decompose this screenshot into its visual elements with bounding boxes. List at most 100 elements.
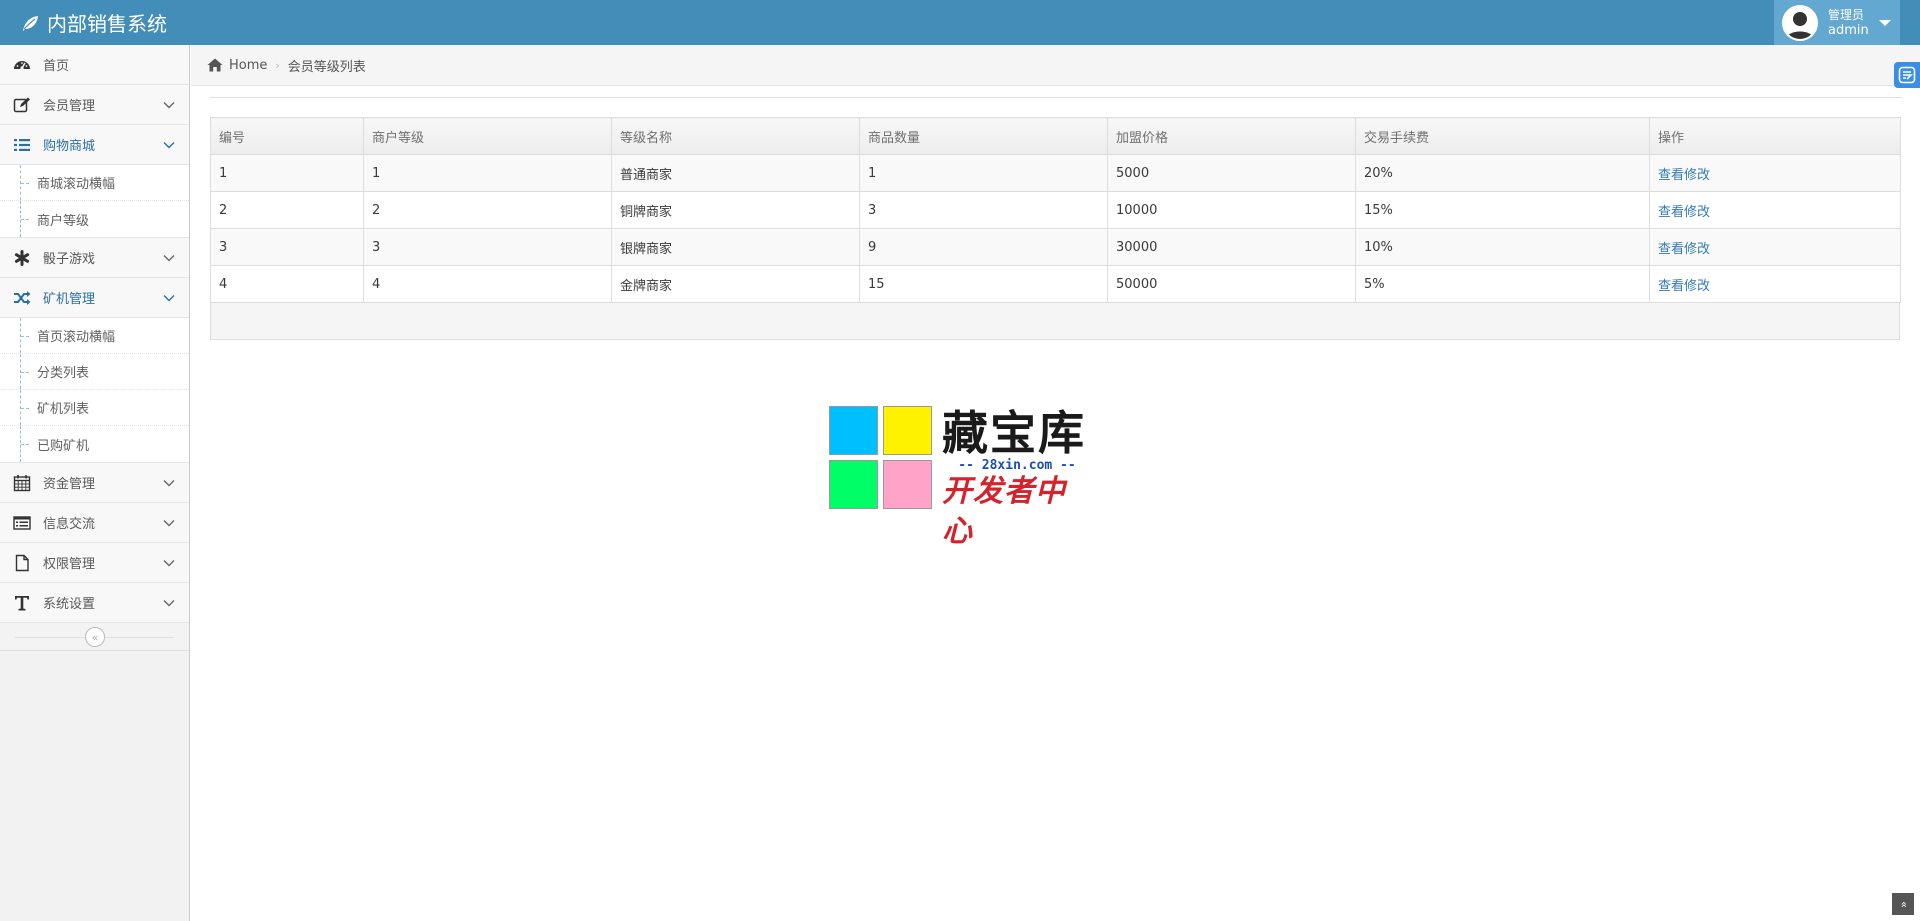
sidebar: 首页 会员管理 购物商城 商城滚动横幅 商户等级 骰子游戏 矿机管理 首页滚动横… [0, 45, 190, 921]
sidebar-item-label: 骰子游戏 [43, 252, 96, 267]
sidebar-item-permissions[interactable]: 权限管理 [0, 543, 189, 583]
merchant-level-table: 编号 商户等级 等级名称 商品数量 加盟价格 交易手续费 操作 1 1 普通商家… [210, 117, 1901, 340]
view-edit-link[interactable]: 查看修改 [1658, 168, 1710, 183]
sidebar-subitem-shop-banner[interactable]: 商城滚动横幅 [0, 165, 189, 201]
cell-name: 金牌商家 [611, 265, 860, 303]
cell-fee: 20% [1355, 154, 1650, 192]
app-title: 内部销售系统 [47, 12, 167, 36]
breadcrumb-home-link[interactable]: Home [229, 58, 267, 73]
column-header: 商品数量 [859, 117, 1108, 155]
text-icon [12, 593, 32, 613]
cell-level: 1 [363, 154, 612, 192]
cell-action: 查看修改 [1649, 154, 1901, 192]
watermark-logo: 藏宝库 -- 28xin.com -- 开发者中心 [829, 406, 1094, 549]
sidebar-item-label: 系统设置 [43, 597, 96, 612]
view-edit-link[interactable]: 查看修改 [1658, 242, 1710, 257]
cell-action: 查看修改 [1649, 191, 1901, 229]
cell-level: 3 [363, 228, 612, 266]
sidebar-collapse-button[interactable]: « [85, 627, 105, 647]
logo-url: -- 28xin.com -- [958, 458, 1076, 473]
sidebar-subitem-purchased-miners[interactable]: 已购矿机 [0, 426, 189, 462]
cell-price: 5000 [1107, 154, 1356, 192]
back-to-top-button[interactable]: » [1892, 893, 1914, 915]
sidebar-item-members[interactable]: 会员管理 [0, 85, 189, 125]
submenu-miner: 首页滚动横幅 分类列表 矿机列表 已购矿机 [0, 318, 189, 463]
sidebar-item-miner[interactable]: 矿机管理 [0, 278, 189, 318]
sidebar-item-label: 首页 [43, 59, 70, 74]
double-chevron-up-icon: » [1896, 900, 1910, 908]
edit-icon [12, 95, 32, 115]
top-navbar: 内部销售系统 管理员 admin [0, 0, 1920, 45]
cell-count: 9 [859, 228, 1108, 266]
table-footer [210, 303, 1900, 340]
breadcrumb-current: 会员等级列表 [287, 59, 366, 75]
sidebar-item-label: 购物商城 [43, 139, 96, 154]
sidebar-item-label: 资金管理 [43, 477, 96, 492]
cell-price: 50000 [1107, 265, 1356, 303]
cell-fee: 5% [1355, 265, 1650, 303]
cell-action: 查看修改 [1649, 265, 1901, 303]
caret-down-icon[interactable] [1878, 19, 1891, 26]
user-info: 管理员 admin [1828, 8, 1869, 38]
table-header-row: 编号 商户等级 等级名称 商品数量 加盟价格 交易手续费 操作 [210, 117, 1901, 155]
cell-name: 普通商家 [611, 154, 860, 192]
column-header: 等级名称 [611, 117, 860, 155]
leaf-icon [23, 15, 38, 31]
sidebar-subitem-category-list[interactable]: 分类列表 [0, 354, 189, 390]
chevron-down-icon [163, 295, 175, 302]
chevron-down-icon [163, 600, 175, 607]
calendar-icon [12, 473, 32, 493]
sidebar-item-label: 权限管理 [43, 557, 96, 572]
chevron-down-icon [163, 560, 175, 567]
user-role: 管理员 [1828, 7, 1865, 22]
column-header: 编号 [210, 117, 364, 155]
sidebar-collapse-bar: « [0, 623, 189, 651]
column-header: 加盟价格 [1107, 117, 1356, 155]
chevron-down-icon [163, 480, 175, 487]
dashboard-icon [12, 55, 32, 75]
logo-square-yellow [883, 406, 932, 455]
sidebar-subitem-merchant-level[interactable]: 商户等级 [0, 201, 189, 237]
sidebar-item-dice-game[interactable]: 骰子游戏 [0, 238, 189, 278]
cell-fee: 10% [1355, 228, 1650, 266]
translate-icon [1898, 66, 1916, 84]
cell-level: 4 [363, 265, 612, 303]
table-row: 3 3 银牌商家 9 30000 10% 查看修改 [210, 228, 1901, 266]
sidebar-item-messages[interactable]: 信息交流 [0, 503, 189, 543]
asterisk-icon [12, 248, 32, 268]
cell-id: 2 [210, 191, 364, 229]
avatar [1782, 4, 1818, 41]
divider [209, 97, 1902, 98]
table-row: 4 4 金牌商家 15 50000 5% 查看修改 [210, 265, 1901, 303]
chevron-down-icon [163, 142, 175, 149]
app-brand[interactable]: 内部销售系统 [20, 0, 167, 45]
cell-name: 铜牌商家 [611, 191, 860, 229]
user-menu[interactable]: 管理员 admin [1774, 0, 1900, 45]
sidebar-item-settings[interactable]: 系统设置 [0, 583, 189, 623]
chevron-right-icon: › [275, 58, 280, 72]
home-icon [207, 58, 223, 72]
list-icon [12, 135, 32, 155]
logo-square-pink [883, 460, 932, 509]
chevron-down-icon [163, 255, 175, 262]
sidebar-subitem-miner-list[interactable]: 矿机列表 [0, 390, 189, 426]
sidebar-subitem-home-banner[interactable]: 首页滚动横幅 [0, 318, 189, 354]
cell-price: 30000 [1107, 228, 1356, 266]
view-edit-link[interactable]: 查看修改 [1658, 205, 1710, 220]
sidebar-item-label: 矿机管理 [43, 292, 96, 307]
breadcrumb: Home › 会员等级列表 [191, 45, 1920, 86]
sidebar-item-home[interactable]: 首页 [0, 45, 189, 85]
list-alt-icon [12, 513, 32, 533]
cell-action: 查看修改 [1649, 228, 1901, 266]
sidebar-item-shop[interactable]: 购物商城 [0, 125, 189, 165]
sidebar-item-label: 会员管理 [43, 99, 96, 114]
column-header: 商户等级 [363, 117, 612, 155]
floating-widget-button[interactable] [1894, 62, 1920, 88]
chevron-down-icon [163, 520, 175, 527]
cell-id: 3 [210, 228, 364, 266]
cell-level: 2 [363, 191, 612, 229]
view-edit-link[interactable]: 查看修改 [1658, 279, 1710, 294]
logo-title: 藏宝库 [942, 406, 1086, 460]
column-header: 操作 [1649, 117, 1901, 155]
sidebar-item-funds[interactable]: 资金管理 [0, 463, 189, 503]
